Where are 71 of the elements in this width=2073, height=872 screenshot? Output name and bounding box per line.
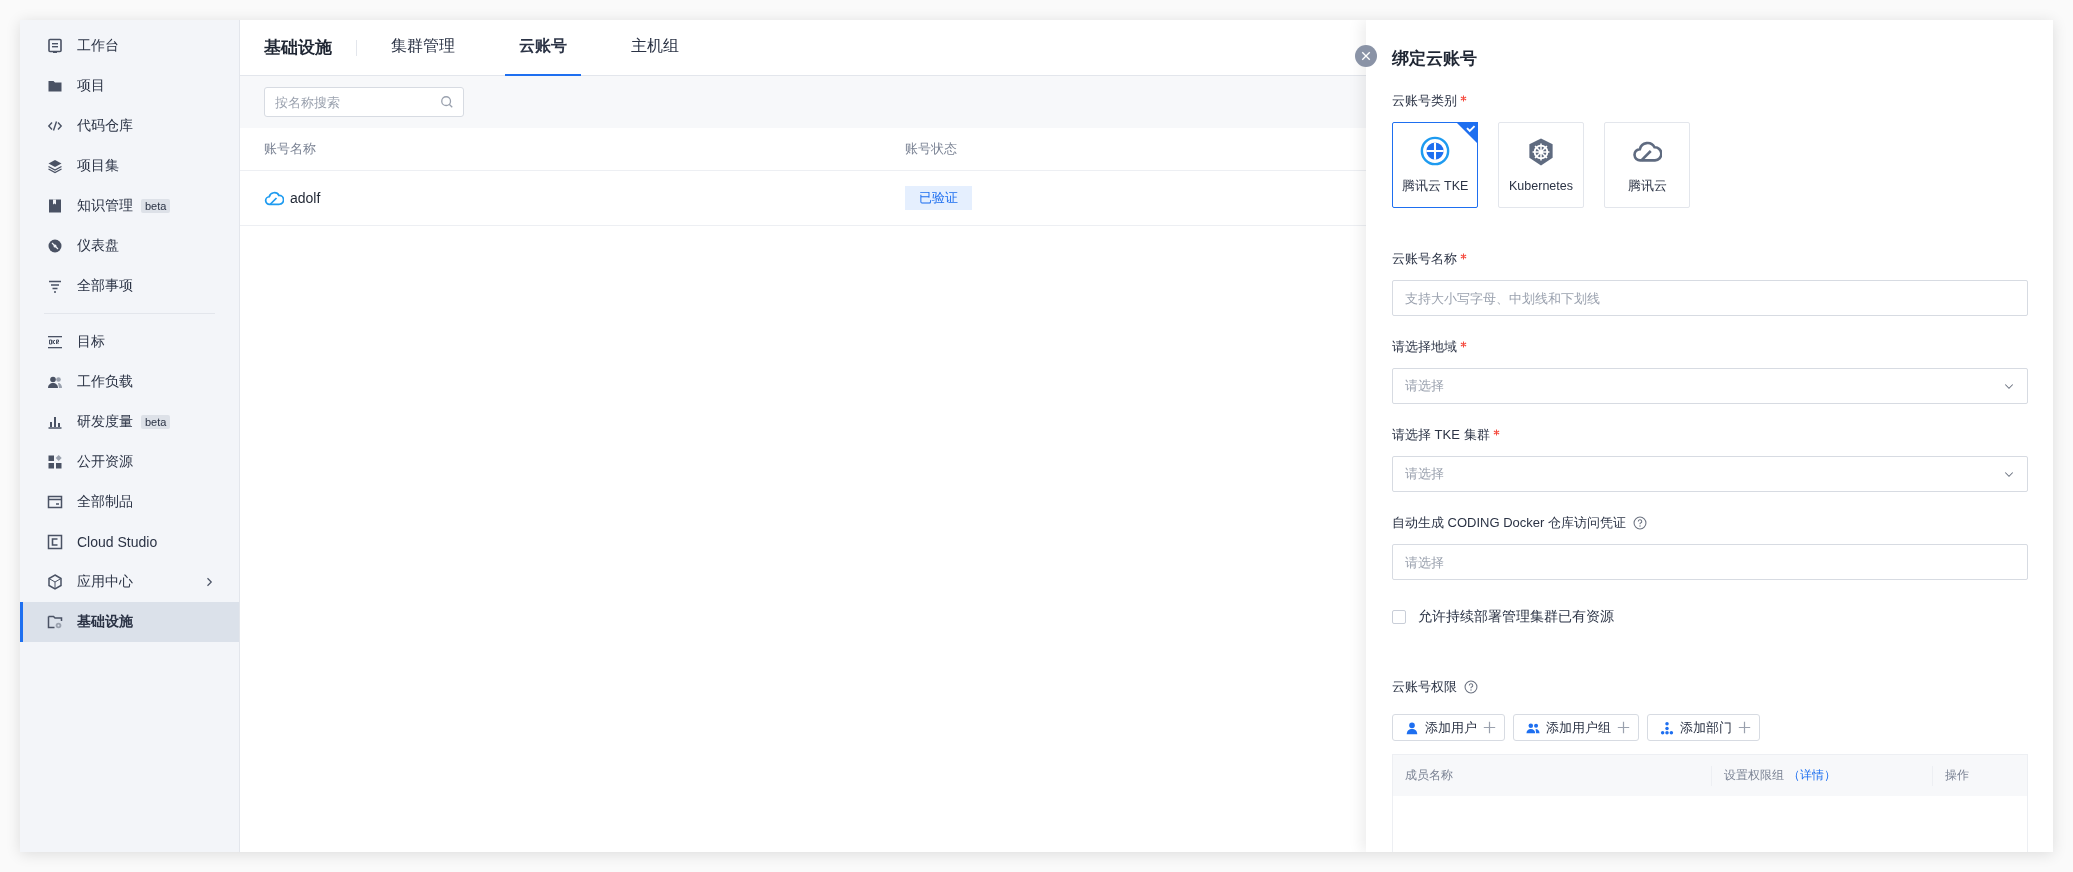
status-tag: 已验证 xyxy=(905,186,972,210)
dashboard-icon xyxy=(47,238,63,254)
add-button[interactable]: 添加用户 xyxy=(1392,714,1505,741)
hexagon-icon xyxy=(47,574,63,590)
column-header: 账号状态 xyxy=(905,140,957,158)
sidebar-item[interactable]: 全部制品 xyxy=(20,482,239,522)
column-header: 成员名称 xyxy=(1405,767,1453,784)
field-label: 请选择 TKE 集群 xyxy=(1392,426,1490,444)
layers-icon xyxy=(47,158,63,174)
details-link[interactable]: （详情） xyxy=(1788,767,1836,784)
sidebar-item[interactable]: 工作台 xyxy=(20,26,239,66)
search-icon xyxy=(440,95,454,109)
close-icon xyxy=(1361,51,1371,61)
column-header: 操作 xyxy=(1945,767,1969,784)
page-title: 基础设施 xyxy=(264,37,332,59)
plus-icon xyxy=(1483,721,1496,734)
sidebar-item[interactable]: 仪表盘 xyxy=(20,226,239,266)
bar-chart-icon xyxy=(47,414,63,430)
field-label: 云账号类别 xyxy=(1392,92,1457,110)
search-field[interactable]: 按名称搜索 xyxy=(264,87,464,117)
plus-icon xyxy=(1617,721,1630,734)
blocks-icon xyxy=(47,454,63,470)
okr-icon xyxy=(47,334,63,350)
sidebar-item[interactable]: 应用中心 xyxy=(20,562,239,602)
checkmark-icon xyxy=(1456,122,1478,144)
helm-wheel-icon xyxy=(1526,137,1556,167)
sidebar-item[interactable]: 项目集 xyxy=(20,146,239,186)
column-header: 账号名称 xyxy=(264,140,316,158)
text-field[interactable]: 请选择 xyxy=(1392,544,2028,580)
folder-icon xyxy=(47,78,63,94)
type-card[interactable]: 腾讯云 TKE xyxy=(1392,122,1478,208)
tab[interactable]: 主机组 xyxy=(617,20,693,76)
globe-icon xyxy=(1420,135,1450,166)
field-label: 云账号名称 xyxy=(1392,250,1457,268)
beta-badge: beta xyxy=(141,415,171,429)
field-label: 请选择地域 xyxy=(1392,338,1457,356)
filter-icon xyxy=(47,278,63,294)
studio-icon xyxy=(47,534,63,550)
monitor-icon xyxy=(47,38,63,54)
field-label: 云账号权限 xyxy=(1392,678,1457,696)
tab[interactable]: 集群管理 xyxy=(377,20,469,76)
sidebar-item[interactable]: 工作负载 xyxy=(20,362,239,402)
sidebar-item[interactable]: 研发度量 beta xyxy=(20,402,239,442)
sidebar-item[interactable]: 代码仓库 xyxy=(20,106,239,146)
box-icon xyxy=(47,494,63,510)
user-icon xyxy=(1405,720,1419,735)
users-icon xyxy=(47,374,63,390)
close-button[interactable] xyxy=(1355,45,1377,67)
type-card[interactable]: Kubernetes xyxy=(1498,122,1584,208)
add-button[interactable]: 添加用户组 xyxy=(1513,714,1639,741)
text-field[interactable]: 支持大小写字母、中划线和下划线 xyxy=(1392,280,2028,316)
sidebar-item[interactable]: Cloud Studio xyxy=(20,522,239,562)
sidebar-item[interactable]: 基础设施 xyxy=(20,602,239,642)
sidebar-item[interactable]: 公开资源 xyxy=(20,442,239,482)
org-chart-icon xyxy=(1660,720,1674,735)
type-card[interactable]: 腾讯云 xyxy=(1604,122,1690,208)
column-header: 设置权限组 xyxy=(1724,767,1784,784)
plus-icon xyxy=(1738,721,1751,734)
sidebar-item[interactable]: 全部事项 xyxy=(20,266,239,306)
add-button[interactable]: 添加部门 xyxy=(1647,714,1760,741)
beta-badge: beta xyxy=(141,199,171,213)
checkbox[interactable] xyxy=(1392,610,1406,624)
checkbox-label: 允许持续部署管理集群已有资源 xyxy=(1418,608,1614,626)
sidebar-item[interactable]: 项目 xyxy=(20,66,239,106)
account-name: adolf xyxy=(290,190,321,206)
sidebar-item[interactable]: 知识管理 beta xyxy=(20,186,239,226)
folder-gear-icon xyxy=(47,614,63,630)
drawer-title: 绑定云账号 xyxy=(1392,48,1478,70)
sidebar-item[interactable]: 目标 xyxy=(20,322,239,362)
field-label: 自动生成 CODING Docker 仓库访问凭证 xyxy=(1392,514,1626,532)
book-icon xyxy=(47,198,63,214)
